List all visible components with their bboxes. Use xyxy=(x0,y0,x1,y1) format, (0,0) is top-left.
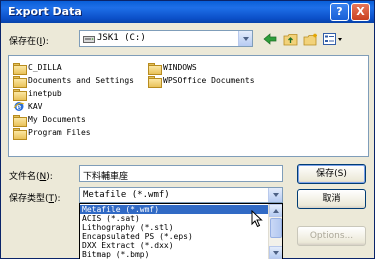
filename-value: 下料輔車座 xyxy=(83,172,129,182)
filetype-label-suffix: ): xyxy=(54,194,61,204)
list-item[interactable]: Program Files xyxy=(13,126,91,140)
list-item[interactable]: C_DILLA xyxy=(13,61,62,75)
save-in-dropdown[interactable]: JSK1 (C:) xyxy=(79,30,253,47)
folder-icon xyxy=(13,88,27,101)
filetype-option[interactable]: DXX Extract (*.dxx) xyxy=(80,241,282,250)
scroll-up-button[interactable] xyxy=(269,204,282,217)
list-item-label: WPSOffice Documents xyxy=(163,76,255,85)
list-item-label: KAV xyxy=(28,102,43,111)
filetype-dropdown-arrow[interactable] xyxy=(268,188,282,202)
filetype-label-text: 保存类型 xyxy=(9,194,46,204)
list-item-label: My Documents xyxy=(28,115,86,124)
list-item-label: inetpub xyxy=(28,89,62,98)
list-item[interactable]: WPSOffice Documents xyxy=(148,74,255,88)
new-folder-icon[interactable] xyxy=(302,31,318,47)
list-item[interactable]: e KAV xyxy=(13,100,42,113)
back-icon[interactable] xyxy=(262,31,278,47)
cancel-button[interactable]: 取消 xyxy=(297,189,366,209)
filename-label-suffix: ): xyxy=(46,172,53,182)
filename-label: 文件名(N): xyxy=(9,169,53,182)
list-item[interactable]: inetpub xyxy=(13,87,62,101)
file-list[interactable]: C_DILLA Documents and Settings inetpub e… xyxy=(8,55,369,157)
list-item-label: Documents and Settings xyxy=(28,76,134,85)
folder-icon xyxy=(148,75,162,88)
mouse-cursor-icon xyxy=(251,209,263,228)
filetype-value: Metafile (*.wmf) xyxy=(83,190,170,200)
folder-icon xyxy=(13,127,27,140)
list-item[interactable]: My Documents xyxy=(13,113,86,127)
save-in-label-text: 保存在 xyxy=(9,37,37,47)
folder-icon xyxy=(148,62,162,75)
scroll-thumb[interactable] xyxy=(270,218,282,238)
close-button[interactable]: X xyxy=(351,3,370,21)
options-button[interactable]: Options... xyxy=(297,226,366,246)
filename-input[interactable]: 下料輔車座 xyxy=(79,165,283,182)
save-in-label: 保存在(I): xyxy=(9,34,49,47)
list-item-label: C_DILLA xyxy=(28,63,62,72)
filetype-dropdown[interactable]: Metafile (*.wmf) xyxy=(79,187,283,203)
folder-icon xyxy=(13,114,27,127)
filetype-label: 保存类型(T): xyxy=(9,191,61,204)
filename-label-text: 文件名 xyxy=(9,172,37,182)
list-item[interactable]: Documents and Settings xyxy=(13,74,134,88)
save-in-dropdown-arrow[interactable] xyxy=(238,31,252,46)
help-button[interactable]: ? xyxy=(330,3,349,21)
drive-icon xyxy=(83,34,95,43)
options-scrollbar[interactable] xyxy=(268,204,282,259)
list-item-label: Program Files xyxy=(28,128,91,137)
save-in-value: JSK1 (C:) xyxy=(97,33,146,43)
scroll-down-button[interactable] xyxy=(269,246,282,259)
save-in-label-suffix: ): xyxy=(42,37,49,47)
internet-explorer-icon: e xyxy=(13,101,25,112)
up-folder-icon[interactable] xyxy=(282,31,298,47)
list-item-label: WINDOWS xyxy=(163,63,197,72)
folder-icon xyxy=(13,62,27,75)
title-bar[interactable]: Export Data ? X xyxy=(1,1,374,23)
filetype-option[interactable]: Bitmap (*.bmp) xyxy=(80,250,282,259)
window-title: Export Data xyxy=(8,5,82,18)
list-item[interactable]: WINDOWS xyxy=(148,61,197,75)
export-data-dialog: Export Data ? X 保存在(I): JSK1 (C:) C_DILL… xyxy=(0,0,375,259)
save-button[interactable]: 保存(S) xyxy=(297,164,366,184)
folder-icon xyxy=(13,75,27,88)
filetype-option[interactable]: Encapsulated PS (*.eps) xyxy=(80,232,282,241)
view-menu-icon[interactable] xyxy=(322,31,344,47)
